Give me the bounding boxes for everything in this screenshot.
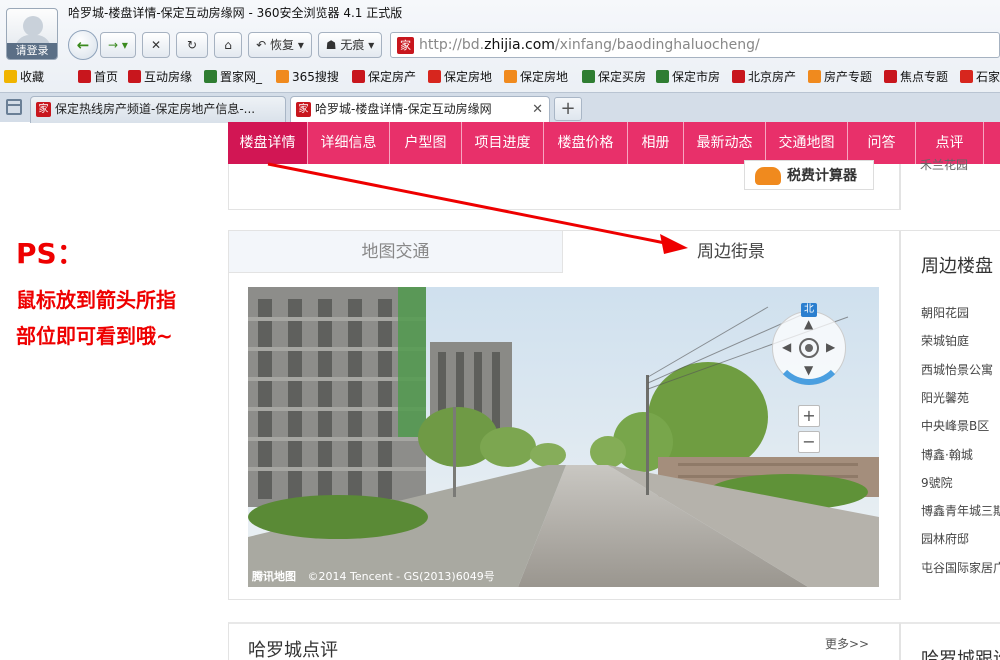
- nearby-item[interactable]: 屯谷国际家居广: [921, 559, 1000, 576]
- reviews-more-link[interactable]: 更多>>: [825, 635, 869, 652]
- annotation-line-2: 部位即可看到哦~: [16, 324, 173, 348]
- nearby-item[interactable]: 阳光馨苑: [921, 389, 969, 406]
- nearby-item[interactable]: 博鑫·翰城: [921, 446, 973, 463]
- nearby-item[interactable]: 9號院: [921, 474, 953, 491]
- nearby-item[interactable]: 荣城铂庭: [921, 332, 969, 349]
- nearby-item[interactable]: 园林府邸: [921, 530, 969, 547]
- nearby-item[interactable]: 中央峰景B区: [921, 417, 989, 434]
- annotation-line-1: 鼠标放到箭头所指: [16, 288, 176, 312]
- browser-window: 请登录 哈罗城-楼盘详情-保定互动房缘网 - 360安全浏览器 4.1 正式版 …: [0, 0, 1000, 660]
- nearby-item[interactable]: 西城怡景公寓: [921, 361, 993, 378]
- bottom-right-title: 哈罗城跟谁: [921, 649, 1000, 660]
- nearby-item[interactable]: 朝阳花园: [921, 304, 969, 321]
- annotation-ps: PS：: [16, 237, 85, 270]
- nearby-title: 周边楼盘: [921, 256, 993, 277]
- reviews-title: 哈罗城点评: [248, 640, 338, 660]
- nearby-item[interactable]: 博鑫青年城三期: [921, 502, 1000, 519]
